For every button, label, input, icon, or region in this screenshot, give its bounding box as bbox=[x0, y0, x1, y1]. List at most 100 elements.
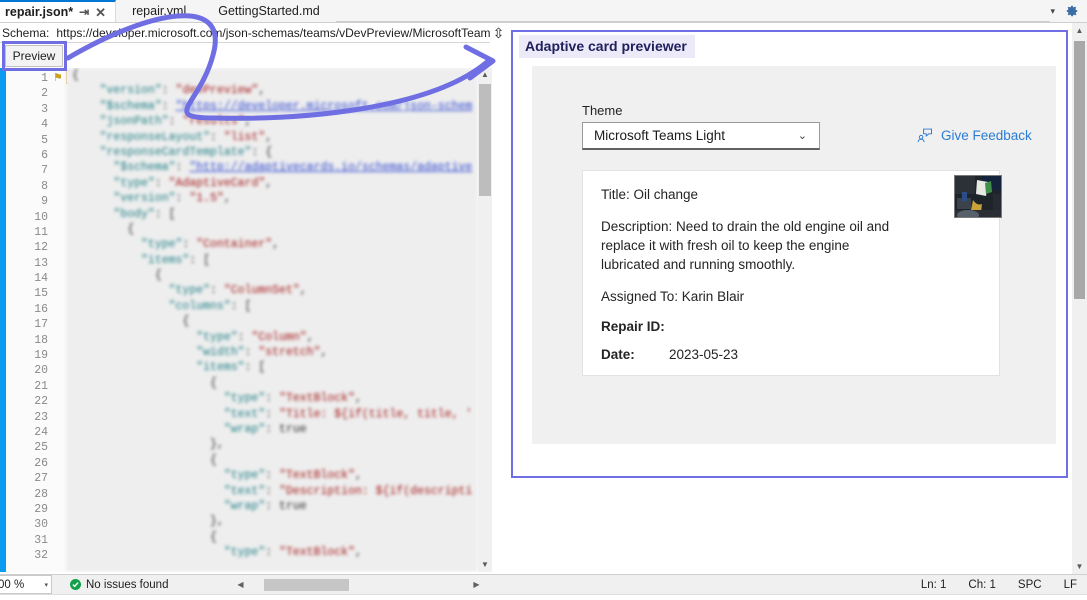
schema-label: Schema: bbox=[2, 25, 50, 40]
preview-panel-title: Adaptive card previewer bbox=[519, 35, 695, 58]
code-line: { bbox=[72, 315, 190, 329]
line-number: 2 bbox=[41, 87, 48, 101]
code-line: { bbox=[72, 376, 217, 390]
theme-select[interactable]: Microsoft Teams Light ⌄ bbox=[582, 122, 820, 150]
close-icon[interactable]: ✕ bbox=[95, 6, 106, 19]
scroll-down-arrow-icon[interactable]: ▼ bbox=[478, 558, 492, 572]
chevron-down-icon[interactable]: ⌄ bbox=[798, 129, 807, 142]
card-repair-id-row: Repair ID: bbox=[601, 319, 985, 334]
code-line: "version": "1.5", bbox=[113, 192, 231, 206]
line-number: 15 bbox=[34, 287, 48, 301]
scroll-up-arrow-icon[interactable]: ▲ bbox=[478, 68, 492, 82]
zoom-level-value: 00 % bbox=[0, 578, 25, 591]
preview-button[interactable]: Preview bbox=[5, 45, 63, 67]
scrollbar-thumb[interactable] bbox=[264, 578, 350, 591]
glyph-margin[interactable] bbox=[52, 68, 66, 572]
code-line: "type": "TextBlock", bbox=[223, 392, 362, 406]
code-line: "text": "Description: ${if(descripti bbox=[223, 484, 473, 498]
code-line: "type": "Container", bbox=[141, 238, 280, 252]
code-line: "version": "devPreview", bbox=[99, 84, 266, 98]
scroll-right-arrow-icon[interactable]: ▶ bbox=[470, 580, 482, 589]
scrollbar-thumb[interactable] bbox=[479, 84, 491, 196]
schema-bar: Schema: https://developer.microsoft.com/… bbox=[0, 23, 504, 43]
code-line: { bbox=[72, 269, 162, 283]
code-line: "wrap": true bbox=[223, 422, 307, 436]
line-number: 28 bbox=[34, 487, 48, 501]
code-line: "$schema": "https://developer.microsoft.… bbox=[99, 99, 473, 113]
schema-url-value[interactable]: https://developer.microsoft.com/json-sch… bbox=[56, 26, 490, 40]
card-repair-id-key: Repair ID: bbox=[601, 319, 665, 334]
zoom-level-selector[interactable]: 00 % ▾ bbox=[0, 575, 52, 594]
feedback-person-icon bbox=[917, 128, 933, 143]
status-eol[interactable]: LF bbox=[1064, 579, 1077, 591]
window-bottom-strip bbox=[0, 594, 1087, 600]
line-number: 25 bbox=[34, 441, 48, 455]
adaptive-card: Title: Oil change Description: Need to d… bbox=[582, 170, 1002, 376]
line-number-gutter: 1 2 3 4 5 6 7 8 9 10 11 12 13 14 15 16 17 18 19 20 21 22 23 24 2… bbox=[6, 68, 52, 572]
line-number: 5 bbox=[41, 133, 48, 147]
line-number: 6 bbox=[41, 148, 48, 162]
line-number: 17 bbox=[34, 318, 48, 332]
status-line-number[interactable]: Ln: 1 bbox=[921, 579, 947, 591]
hscroll-track[interactable] bbox=[246, 578, 471, 591]
code-line: "type": "ColumnSet", bbox=[168, 284, 307, 298]
tab-bar-actions: ▾ bbox=[1050, 0, 1087, 22]
give-feedback-link[interactable]: Give Feedback bbox=[917, 128, 1032, 143]
card-date-row: Date: 2023-05-23 bbox=[601, 347, 985, 362]
code-line: }, bbox=[72, 438, 224, 452]
line-number: 27 bbox=[34, 472, 48, 486]
json-code-editor[interactable]: 1 2 3 4 5 6 7 8 9 10 11 12 13 14 15 16 17 18 19 20 21 22 23 24 2… bbox=[0, 68, 492, 572]
code-line: "items": [ bbox=[196, 361, 266, 375]
line-number: 4 bbox=[41, 118, 48, 132]
editor-vertical-scrollbar[interactable]: ▲ ▼ bbox=[478, 68, 492, 572]
vscode-window: repair.json* ⇥ ✕ repair.yml GettingStart… bbox=[0, 0, 1087, 600]
line-number: 11 bbox=[34, 225, 48, 239]
code-line: "text": "Title: ${if(title, title, ' bbox=[223, 407, 473, 421]
code-line: "wrap": true bbox=[223, 499, 307, 513]
code-text-area[interactable]: { "version": "devPreview", "$schema": "h… bbox=[66, 68, 478, 572]
scrollbar-thumb[interactable] bbox=[1074, 41, 1085, 299]
tab-repair-json[interactable]: repair.json* ⇥ ✕ bbox=[0, 0, 117, 22]
status-column-number[interactable]: Ch: 1 bbox=[968, 579, 996, 591]
editor-horizontal-scrollbar[interactable]: ◀ ▶ bbox=[234, 577, 483, 592]
line-number: 22 bbox=[34, 395, 48, 409]
theme-selected-value: Microsoft Teams Light bbox=[594, 128, 726, 143]
bookmark-icon[interactable]: ⚑ bbox=[53, 71, 63, 84]
line-number: 24 bbox=[34, 425, 48, 439]
status-bar-right: Ln: 1 Ch: 1 SPC LF bbox=[921, 579, 1087, 591]
line-number: 31 bbox=[34, 533, 48, 547]
panel-vertical-scrollbar[interactable]: ▲ ▼ bbox=[1072, 23, 1087, 574]
line-number: 1 bbox=[41, 72, 48, 85]
line-number: 7 bbox=[41, 164, 48, 178]
scroll-up-arrow-icon[interactable]: ▲ bbox=[1072, 23, 1087, 38]
preview-panel-body: Theme Microsoft Teams Light ⌄ Give Feedb… bbox=[532, 66, 1056, 444]
oil-change-photo bbox=[955, 176, 1001, 217]
code-line: }, bbox=[72, 515, 224, 529]
split-view-icon[interactable]: ⇳ bbox=[490, 24, 507, 43]
tab-bar-filler bbox=[335, 0, 1051, 22]
status-indentation[interactable]: SPC bbox=[1018, 579, 1042, 591]
pin-icon[interactable]: ⇥ bbox=[79, 6, 89, 18]
code-line: "type": "Column", bbox=[196, 330, 314, 344]
adaptive-card-preview-panel: Adaptive card previewer Theme Microsoft … bbox=[511, 30, 1068, 478]
issues-label: No issues found bbox=[86, 578, 169, 591]
code-line: "type": "AdaptiveCard", bbox=[113, 176, 273, 190]
code-line: { bbox=[72, 530, 217, 544]
gear-icon[interactable] bbox=[1065, 4, 1079, 18]
tab-repair-yml[interactable]: repair.yml bbox=[116, 0, 203, 22]
tab-getting-started-md[interactable]: GettingStarted.md bbox=[202, 0, 336, 22]
scroll-left-arrow-icon[interactable]: ◀ bbox=[234, 580, 246, 589]
chevron-down-icon[interactable]: ▾ bbox=[1050, 6, 1055, 17]
code-line: "width": "stretch", bbox=[196, 346, 328, 360]
theme-label: Theme bbox=[582, 103, 623, 118]
line-number: 23 bbox=[34, 410, 48, 424]
card-date-key: Date: bbox=[601, 347, 635, 362]
scroll-down-arrow-icon[interactable]: ▼ bbox=[1072, 559, 1087, 574]
code-line: "responseLayout": "list", bbox=[99, 130, 273, 144]
tab-label: repair.yml bbox=[132, 4, 187, 18]
line-number: 26 bbox=[34, 456, 48, 470]
issues-status[interactable]: No issues found bbox=[70, 579, 168, 591]
line-number: 29 bbox=[34, 502, 48, 516]
line-number: 32 bbox=[34, 549, 48, 563]
chevron-down-icon[interactable]: ▾ bbox=[44, 581, 48, 589]
